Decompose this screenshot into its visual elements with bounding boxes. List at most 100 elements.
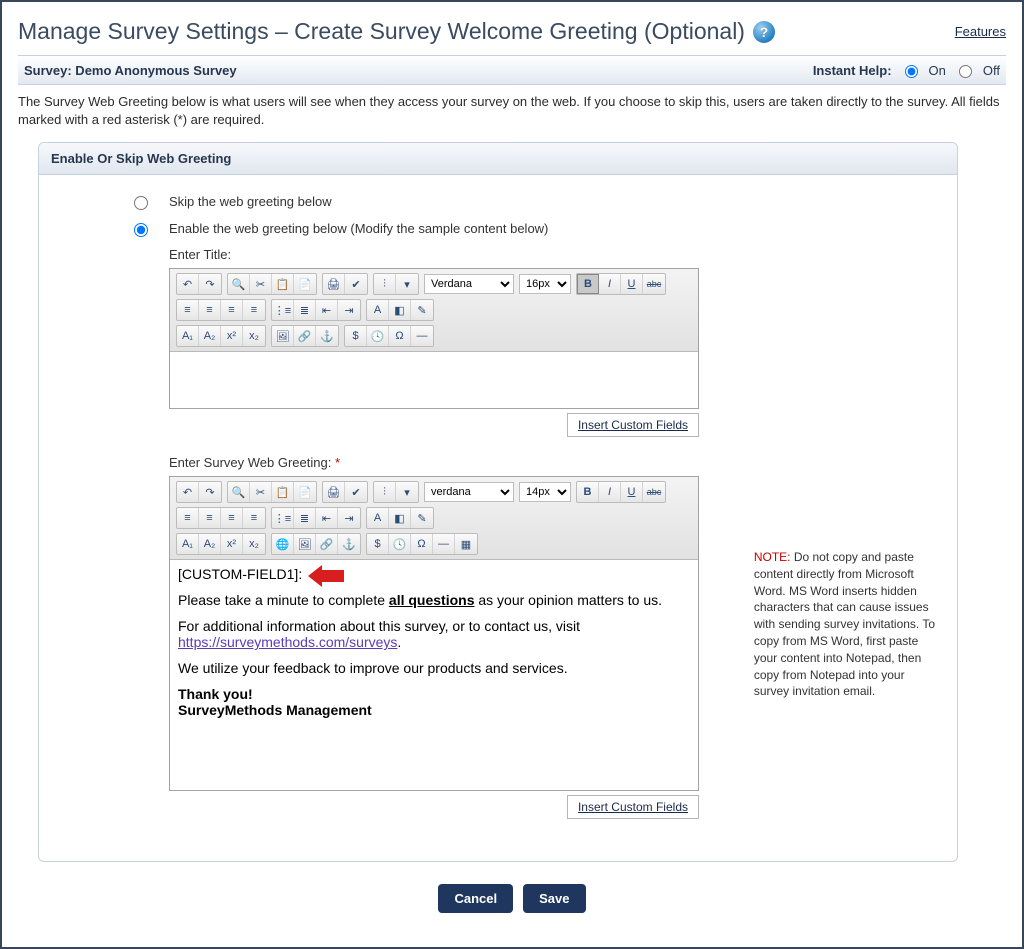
instant-help-on-label[interactable]: On [929,63,946,78]
font-name-select[interactable]: Verdana [424,274,514,294]
subscript-icon[interactable]: x₂ [243,326,265,346]
indent-icon[interactable]: ⇥ [338,508,360,528]
bullet-list-icon[interactable]: ⋮≡ [272,508,294,528]
bg-color-icon[interactable]: ◧ [389,508,411,528]
omega-icon[interactable]: Ω [389,326,411,346]
sub-a1-icon[interactable]: A₁ [177,534,199,554]
symbol-icon[interactable]: $ [345,326,367,346]
paste-icon[interactable]: 📄 [294,274,316,294]
align-left-icon[interactable]: ≡ [177,508,199,528]
copy-icon[interactable]: 📋 [272,274,294,294]
skip-greeting-radio[interactable] [134,196,148,210]
font-size-select[interactable]: 16px [519,274,571,294]
greeting-editor-canvas[interactable]: [CUSTOM-FIELD1]: Please take a minute to… [170,560,698,790]
omega-icon[interactable]: Ω [411,534,433,554]
spellcheck-icon[interactable]: ✔ [345,274,367,294]
image-icon[interactable]: 🖼 [294,534,316,554]
outdent-icon[interactable]: ⇤ [316,300,338,320]
toggle-icon[interactable]: ⫶ [374,274,396,294]
italic-button[interactable]: I [599,482,621,502]
insert-custom-fields-button[interactable]: Insert Custom Fields [567,413,699,437]
align-justify-icon[interactable]: ≡ [243,508,265,528]
image-icon[interactable]: 🖼 [272,326,294,346]
toggle-icon[interactable]: ⫶ [374,482,396,502]
table-icon[interactable]: ▦ [455,534,477,554]
instant-help-off-radio[interactable] [959,65,972,78]
undo-icon[interactable]: ↶ [177,274,199,294]
copy-icon[interactable]: 📋 [272,482,294,502]
action-buttons: Cancel Save [18,884,1006,913]
numbered-list-icon[interactable]: ≣ [294,300,316,320]
italic-button[interactable]: I [599,274,621,294]
font-name-select[interactable]: verdana [424,482,514,502]
highlight-icon[interactable]: ✎ [411,300,433,320]
redo-icon[interactable]: ↷ [199,482,221,502]
align-right-icon[interactable]: ≡ [221,300,243,320]
subscript-icon[interactable]: x₂ [243,534,265,554]
cancel-button[interactable]: Cancel [438,884,513,913]
strike-button[interactable]: abc [643,274,665,294]
time-icon[interactable]: 🕓 [367,326,389,346]
paste-icon[interactable]: 📄 [294,482,316,502]
align-center-icon[interactable]: ≡ [199,508,221,528]
superscript-icon[interactable]: x² [221,534,243,554]
find-icon[interactable]: 🔍 [228,482,250,502]
time-icon[interactable]: 🕓 [389,534,411,554]
cut-icon[interactable]: ✂ [250,482,272,502]
print-icon[interactable]: 🖨 [323,274,345,294]
find-icon[interactable]: 🔍 [228,274,250,294]
save-button[interactable]: Save [523,884,585,913]
underline-button[interactable]: U [621,274,643,294]
align-left-icon[interactable]: ≡ [177,300,199,320]
hr-icon[interactable]: — [411,326,433,346]
outdent-icon[interactable]: ⇤ [316,508,338,528]
link-icon[interactable]: 🔗 [316,534,338,554]
page-title-text: Manage Survey Settings – Create Survey W… [18,18,745,45]
cut-icon[interactable]: ✂ [250,274,272,294]
font-size-select[interactable]: 14px [519,482,571,502]
greeting-insert-cf-row: Insert Custom Fields [169,795,699,819]
redo-icon[interactable]: ↷ [199,274,221,294]
sub-a2-icon[interactable]: A₂ [199,326,221,346]
enable-greeting-label[interactable]: Enable the web greeting below (Modify th… [169,221,548,236]
hr-icon[interactable]: — [433,534,455,554]
anchor-icon[interactable]: ⚓ [316,326,338,346]
align-right-icon[interactable]: ≡ [221,508,243,528]
underline-button[interactable]: U [621,482,643,502]
greeting-para1-c: as your opinion matters to us. [474,592,662,608]
bullet-list-icon[interactable]: ⋮≡ [272,300,294,320]
print-icon[interactable]: 🖨 [323,482,345,502]
greeting-field-label: Enter Survey Web Greeting: * [169,455,734,470]
features-link[interactable]: Features [955,24,1006,39]
align-justify-icon[interactable]: ≡ [243,300,265,320]
numbered-list-icon[interactable]: ≣ [294,508,316,528]
greeting-link[interactable]: https://surveymethods.com/surveys [178,634,397,650]
instant-help-on-radio[interactable] [905,65,918,78]
anchor-icon[interactable]: ⚓ [338,534,360,554]
more-icon[interactable]: ▾ [396,482,418,502]
highlight-icon[interactable]: ✎ [411,508,433,528]
font-color-icon[interactable]: A [367,300,389,320]
skip-greeting-label[interactable]: Skip the web greeting below [169,194,332,209]
strike-button[interactable]: abc [643,482,665,502]
bg-color-icon[interactable]: ◧ [389,300,411,320]
symbol-icon[interactable]: $ [367,534,389,554]
insert-custom-fields-button[interactable]: Insert Custom Fields [567,795,699,819]
title-editor-canvas[interactable] [170,352,698,408]
spellcheck-icon[interactable]: ✔ [345,482,367,502]
help-icon[interactable]: ? [753,21,775,43]
indent-icon[interactable]: ⇥ [338,300,360,320]
enable-greeting-radio[interactable] [134,223,148,237]
instant-help-off-label[interactable]: Off [983,63,1000,78]
link-icon[interactable]: 🔗 [294,326,316,346]
undo-icon[interactable]: ↶ [177,482,199,502]
bold-button[interactable]: B [577,482,599,502]
sub-a2-icon[interactable]: A₂ [199,534,221,554]
align-center-icon[interactable]: ≡ [199,300,221,320]
sub-a1-icon[interactable]: A₁ [177,326,199,346]
globe-icon[interactable]: 🌐 [272,534,294,554]
superscript-icon[interactable]: x² [221,326,243,346]
font-color-icon[interactable]: A [367,508,389,528]
more-icon[interactable]: ▾ [396,274,418,294]
bold-button[interactable]: B [577,274,599,294]
